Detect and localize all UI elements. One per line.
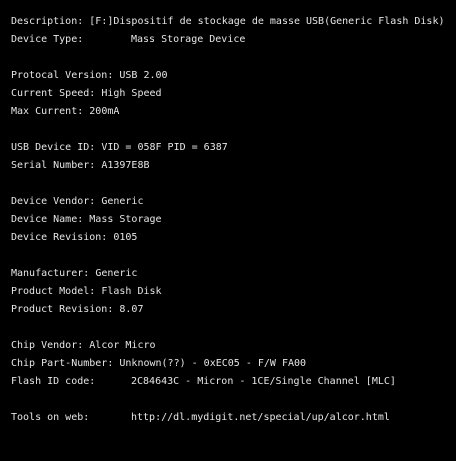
- usb-device-id-label: USB Device ID:: [11, 142, 96, 153]
- device-vendor-value: Generic: [101, 196, 144, 207]
- device-type-line: Device Type: Mass Storage Device: [11, 31, 456, 49]
- current-speed-value: High Speed: [101, 88, 162, 99]
- console-output: Description: [F:]Dispositif de stockage …: [0, 0, 456, 461]
- device-name-label: Device Name:: [11, 214, 84, 225]
- usb-device-id-line: USB Device ID: VID = 058F PID = 6387: [11, 139, 456, 157]
- max-current-line: Max Current: 200mA: [11, 103, 456, 121]
- protocal-version-label: Protocal Version:: [11, 70, 114, 81]
- product-revision-line: Product Revision: 8.07: [11, 301, 456, 319]
- device-vendor-label: Device Vendor:: [11, 196, 96, 207]
- flash-id-code-label: Flash ID code:: [11, 376, 96, 387]
- max-current-value: 200mA: [89, 106, 120, 117]
- description-label: Description:: [11, 16, 84, 27]
- product-revision-value: 8.07: [119, 304, 144, 315]
- device-type-label: Device Type:: [11, 34, 84, 45]
- description-value: [F:]Dispositif de stockage de masse USB(…: [89, 16, 445, 27]
- device-type-value: Mass Storage Device: [131, 34, 246, 45]
- max-current-label: Max Current:: [11, 106, 84, 117]
- product-revision-label: Product Revision:: [11, 304, 114, 315]
- chip-part-number-value: Unknown(??) - 0xEC05 - F/W FA00: [119, 358, 307, 369]
- tools-on-web-label: Tools on web:: [11, 412, 90, 423]
- current-speed-label: Current Speed:: [11, 88, 96, 99]
- usb-device-id-value: VID = 058F PID = 6387: [101, 142, 228, 153]
- serial-number-line: Serial Number: A1397E8B: [11, 157, 456, 175]
- device-name-value: Mass Storage: [89, 214, 162, 225]
- protocal-version-line: Protocal Version: USB 2.00: [11, 67, 456, 85]
- device-name-line: Device Name: Mass Storage: [11, 211, 456, 229]
- device-revision-value: 0105: [113, 232, 138, 243]
- flash-id-code-line: Flash ID code: 2C84643C - Micron - 1CE/Si…: [11, 373, 456, 391]
- protocal-version-value: USB 2.00: [119, 70, 168, 81]
- tools-on-web-link[interactable]: http://dl.mydigit.net/special/up/alcor.h…: [131, 409, 390, 427]
- manufacturer-value: Generic: [95, 268, 138, 279]
- chip-part-number-label: Chip Part-Number:: [11, 358, 114, 369]
- serial-number-value: A1397E8B: [101, 160, 150, 171]
- serial-number-label: Serial Number:: [11, 160, 96, 171]
- chip-vendor-line: Chip Vendor: Alcor Micro: [11, 337, 456, 355]
- chip-part-number-line: Chip Part-Number: Unknown(??) - 0xEC05 -…: [11, 355, 456, 373]
- chip-vendor-value: Alcor Micro: [89, 340, 156, 351]
- device-revision-label: Device Revision:: [11, 232, 108, 243]
- flash-id-code-value: 2C84643C - Micron - 1CE/Single Channel […: [131, 376, 396, 387]
- product-model-label: Product Model:: [11, 286, 96, 297]
- device-revision-line: Device Revision: 0105: [11, 229, 456, 247]
- manufacturer-label: Manufacturer:: [11, 268, 90, 279]
- product-model-line: Product Model: Flash Disk: [11, 283, 456, 301]
- chip-vendor-label: Chip Vendor:: [11, 340, 84, 351]
- device-vendor-line: Device Vendor: Generic: [11, 193, 456, 211]
- product-model-value: Flash Disk: [101, 286, 162, 297]
- current-speed-line: Current Speed: High Speed: [11, 85, 456, 103]
- description-line: Description: [F:]Dispositif de stockage …: [11, 13, 456, 31]
- manufacturer-line: Manufacturer: Generic: [11, 265, 456, 283]
- tools-on-web-line: Tools on web: http://dl.mydigit.net/speci…: [11, 409, 456, 427]
